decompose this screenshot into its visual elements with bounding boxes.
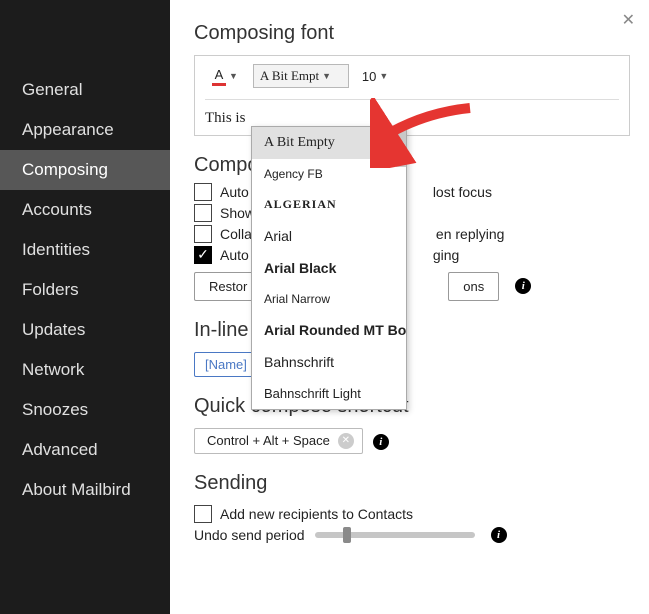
compose-option-label-post: en replying [436,226,505,242]
close-button[interactable]: ✕ [622,10,635,30]
font-option[interactable]: A Bit Empty [252,127,406,159]
font-family-select[interactable]: A Bit Empt ▼ [253,64,349,88]
compose-option-label-post: ging [433,247,459,263]
main-panel: ✕ Composing font A ▼ A Bit Empt ▼ 10 ▼ T… [170,0,649,614]
font-preview: This is [205,99,619,127]
sidebar-item-accounts[interactable]: Accounts [0,190,170,230]
sending-section: Sending Add new recipients to Contacts U… [194,472,625,543]
clear-shortcut-icon[interactable]: ✕ [338,433,354,449]
chevron-down-icon: ▼ [229,71,238,81]
section-title-font: Composing font [194,22,625,45]
compose-option-checkbox[interactable]: ✓ [194,246,212,264]
info-icon[interactable]: i [515,278,531,294]
font-option[interactable]: Agency FB [252,159,406,189]
font-option[interactable]: Arial [252,220,406,252]
section-title-sending: Sending [194,472,625,495]
sidebar-item-identities[interactable]: Identities [0,230,170,270]
font-option[interactable]: Bahnschrift Light [252,378,406,409]
options-button[interactable]: ons [448,272,499,301]
font-option[interactable]: Arial Black [252,252,406,284]
sidebar-item-folders[interactable]: Folders [0,270,170,310]
compose-option-checkbox[interactable] [194,204,212,222]
info-icon[interactable]: i [491,527,507,543]
font-option[interactable]: Arial Rounded MT Bold [252,314,406,346]
compose-option-label-post: lost focus [433,184,492,200]
font-size-select[interactable]: 10 ▼ [357,65,393,88]
shortcut-field[interactable]: Control + Alt + Space ✕ [194,428,363,454]
compose-option-label-pre: Auto [220,184,249,200]
font-option[interactable]: Arial Narrow [252,284,406,314]
font-panel: A ▼ A Bit Empt ▼ 10 ▼ This is [194,55,630,136]
sidebar-item-about-mailbird[interactable]: About Mailbird [0,470,170,510]
compose-option-checkbox[interactable] [194,183,212,201]
compose-option-checkbox[interactable] [194,225,212,243]
chevron-down-icon: ▼ [322,71,331,81]
sidebar: GeneralAppearanceComposingAccountsIdenti… [0,0,170,614]
compose-option-label-pre: Auto [220,247,249,263]
sidebar-item-composing[interactable]: Composing [0,150,170,190]
add-recipients-checkbox[interactable] [194,505,212,523]
font-color-button[interactable]: A ▼ [205,64,245,89]
font-family-dropdown[interactable]: A Bit EmptyAgency FBALGERIANArialArial B… [251,126,407,410]
info-icon[interactable]: i [373,434,389,450]
font-color-icon: A [212,67,226,86]
sidebar-item-appearance[interactable]: Appearance [0,110,170,150]
sidebar-item-advanced[interactable]: Advanced [0,430,170,470]
sidebar-item-snoozes[interactable]: Snoozes [0,390,170,430]
font-option[interactable]: ALGERIAN [252,189,406,220]
sidebar-item-general[interactable]: General [0,70,170,110]
compose-option-label-pre: Show [220,205,255,221]
undo-send-label: Undo send period [194,527,305,543]
slider-thumb[interactable] [343,527,351,543]
inline-name-tag[interactable]: [Name] [194,352,258,377]
scrollbar-thumb[interactable] [396,127,406,167]
sidebar-item-network[interactable]: Network [0,350,170,390]
add-recipients-label: Add new recipients to Contacts [220,506,413,522]
sidebar-item-updates[interactable]: Updates [0,310,170,350]
chevron-down-icon: ▼ [379,71,388,81]
undo-send-slider[interactable] [315,532,475,538]
compose-option-label-pre: Colla [220,226,252,242]
font-option[interactable]: Bahnschrift [252,346,406,378]
